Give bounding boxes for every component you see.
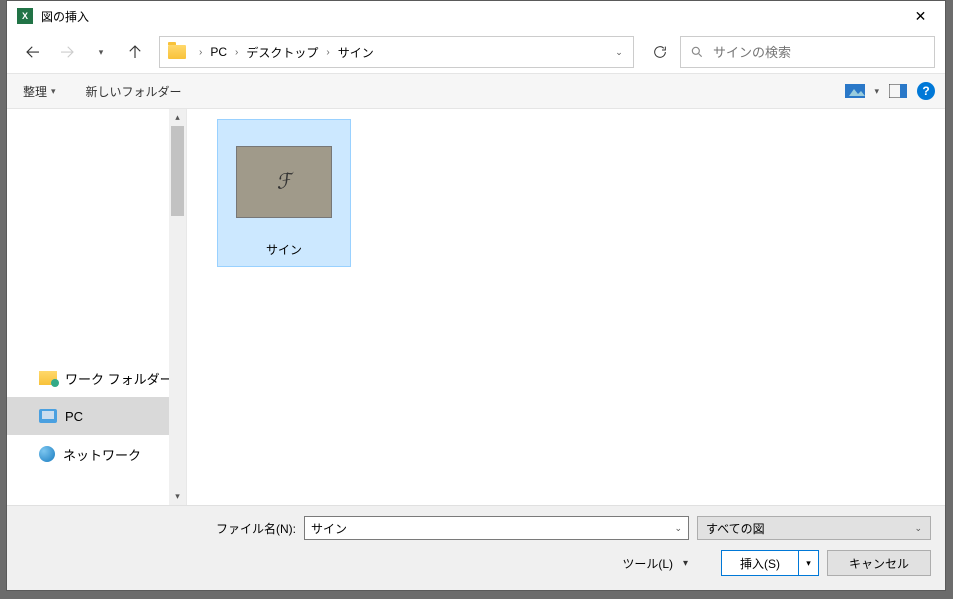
filename-value: サイン bbox=[311, 520, 347, 537]
filename-input[interactable]: サイン ⌄ bbox=[304, 516, 689, 540]
chevron-right-icon: › bbox=[321, 47, 334, 58]
window-title: 図の挿入 bbox=[41, 8, 898, 25]
sidebar: ワーク フォルダー PC ネットワーク ▴ ▾ bbox=[7, 109, 187, 505]
navigation-bar: ▾ › PC › デスクトップ › サイン ⌄ bbox=[7, 31, 945, 73]
recent-dropdown[interactable]: ▾ bbox=[85, 36, 117, 68]
chevron-down-icon: ⌄ bbox=[615, 47, 623, 58]
address-bar[interactable]: › PC › デスクトップ › サイン ⌄ bbox=[159, 36, 634, 68]
close-button[interactable]: ✕ bbox=[898, 1, 943, 31]
close-icon: ✕ bbox=[915, 8, 927, 25]
breadcrumb-sign[interactable]: サイン bbox=[335, 44, 377, 61]
help-button[interactable]: ? bbox=[917, 82, 935, 100]
insert-button[interactable]: 挿入(S) bbox=[722, 551, 798, 575]
sidebar-item-label: PC bbox=[65, 409, 83, 424]
arrow-left-icon bbox=[24, 43, 42, 61]
network-icon bbox=[39, 446, 55, 462]
chevron-down-icon[interactable]: ▾ bbox=[874, 86, 879, 97]
arrow-up-icon bbox=[126, 43, 144, 61]
insert-picture-dialog: X 図の挿入 ✕ ▾ › PC › デスクトップ › サイン ⌄ bbox=[6, 0, 946, 591]
excel-icon: X bbox=[17, 8, 33, 24]
forward-button[interactable] bbox=[51, 36, 83, 68]
organize-label: 整理 bbox=[23, 83, 47, 100]
scroll-up-button[interactable]: ▴ bbox=[169, 109, 186, 126]
tools-label[interactable]: ツール(L) bbox=[622, 555, 673, 572]
titlebar: X 図の挿入 ✕ bbox=[7, 1, 945, 31]
filter-label: すべての図 bbox=[706, 520, 765, 537]
breadcrumb-pc[interactable]: PC bbox=[207, 45, 230, 59]
work-folder-icon bbox=[39, 371, 57, 385]
file-type-filter[interactable]: すべての図 ⌄ bbox=[697, 516, 931, 540]
signature-image: ℱ bbox=[236, 146, 332, 218]
picture-icon bbox=[845, 84, 865, 98]
search-icon bbox=[681, 45, 713, 59]
chevron-right-icon: › bbox=[194, 47, 207, 58]
insert-dropdown[interactable]: ▾ bbox=[798, 551, 818, 575]
file-label: サイン bbox=[266, 237, 302, 260]
preview-pane-button[interactable] bbox=[885, 80, 911, 102]
up-button[interactable] bbox=[119, 36, 151, 68]
filename-label: ファイル名(N): bbox=[21, 520, 296, 537]
toolbar-right: ▾ ? bbox=[842, 80, 935, 102]
folder-icon bbox=[168, 45, 186, 59]
sidebar-scrollbar[interactable]: ▴ ▾ bbox=[169, 109, 186, 505]
chevron-down-icon: ▾ bbox=[99, 47, 104, 58]
chevron-down-icon: ⌄ bbox=[914, 523, 922, 534]
refresh-icon bbox=[652, 44, 668, 60]
dialog-body: ワーク フォルダー PC ネットワーク ▴ ▾ ℱ bbox=[7, 109, 945, 505]
file-item-sign[interactable]: ℱ サイン bbox=[217, 119, 351, 267]
pc-icon bbox=[39, 409, 57, 423]
search-input[interactable] bbox=[713, 45, 934, 60]
view-mode-button[interactable] bbox=[842, 80, 868, 102]
search-box[interactable] bbox=[680, 36, 935, 68]
refresh-button[interactable] bbox=[642, 36, 678, 68]
filename-row: ファイル名(N): サイン ⌄ すべての図 ⌄ bbox=[21, 516, 931, 540]
sidebar-item-network[interactable]: ネットワーク bbox=[7, 435, 186, 473]
file-thumbnail: ℱ bbox=[224, 126, 344, 237]
address-dropdown[interactable]: ⌄ bbox=[605, 37, 633, 67]
arrow-right-icon bbox=[58, 43, 76, 61]
back-button[interactable] bbox=[17, 36, 49, 68]
tools-dropdown[interactable]: ▾ bbox=[683, 558, 701, 569]
button-row: ツール(L) ▾ 挿入(S) ▾ キャンセル bbox=[21, 550, 931, 576]
insert-split-button: 挿入(S) ▾ bbox=[721, 550, 819, 576]
toolbar: 整理 ▾ 新しいフォルダー ▾ ? bbox=[7, 73, 945, 109]
chevron-down-icon[interactable]: ⌄ bbox=[674, 523, 682, 534]
sidebar-item-work-folders[interactable]: ワーク フォルダー bbox=[7, 359, 186, 397]
scroll-track[interactable] bbox=[169, 126, 186, 488]
panel-icon bbox=[889, 84, 907, 98]
file-list[interactable]: ℱ サイン bbox=[187, 109, 945, 505]
dialog-footer: ファイル名(N): サイン ⌄ すべての図 ⌄ ツール(L) ▾ 挿入(S) ▾… bbox=[7, 505, 945, 590]
sidebar-item-label: ワーク フォルダー bbox=[65, 369, 173, 388]
chevron-right-icon: › bbox=[230, 47, 243, 58]
cancel-button[interactable]: キャンセル bbox=[827, 550, 931, 576]
sidebar-item-pc[interactable]: PC bbox=[7, 397, 186, 435]
organize-button[interactable]: 整理 ▾ bbox=[17, 79, 62, 104]
sidebar-item-label: ネットワーク bbox=[63, 445, 141, 464]
chevron-down-icon: ▾ bbox=[51, 86, 56, 97]
breadcrumb-desktop[interactable]: デスクトップ bbox=[243, 44, 321, 61]
scroll-down-button[interactable]: ▾ bbox=[169, 488, 186, 505]
scroll-thumb[interactable] bbox=[171, 126, 184, 216]
new-folder-button[interactable]: 新しいフォルダー bbox=[80, 79, 188, 104]
